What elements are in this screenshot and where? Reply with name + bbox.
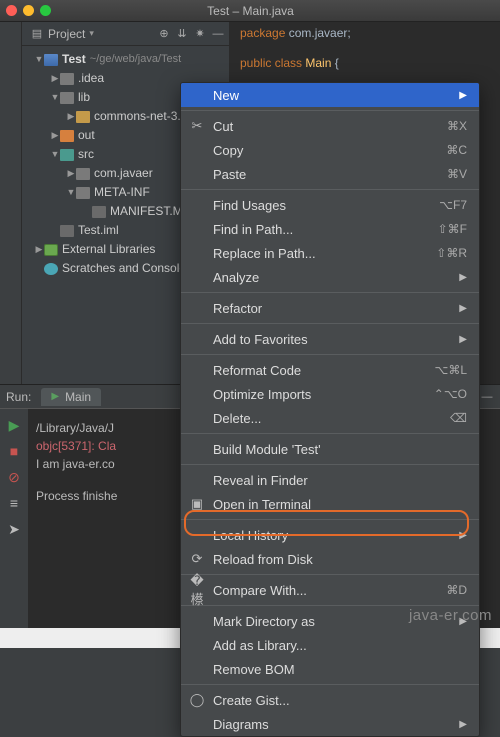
menu-find-in-path[interactable]: Find in Path...⇧⌘F xyxy=(181,217,479,241)
code-line: public class Main { xyxy=(240,56,500,70)
exit-icon[interactable]: ⊘ xyxy=(6,469,22,485)
menu-reveal-finder[interactable]: Reveal in Finder xyxy=(181,468,479,492)
project-panel-title: Project xyxy=(48,27,85,41)
menu-analyze[interactable]: Analyze▶ xyxy=(181,265,479,289)
menu-add-as-library[interactable]: Add as Library... xyxy=(181,633,479,657)
run-tab-main[interactable]: ▶ Main xyxy=(41,388,101,406)
menu-optimize-imports[interactable]: Optimize Imports⌃⌥O xyxy=(181,382,479,406)
menu-cut[interactable]: ✂Cut⌘X xyxy=(181,114,479,138)
menu-copy[interactable]: Copy⌘C xyxy=(181,138,479,162)
menu-reload-disk[interactable]: ⟳Reload from Disk xyxy=(181,547,479,571)
watermark: java-er.com xyxy=(409,607,492,624)
menu-open-terminal[interactable]: ▣Open in Terminal xyxy=(181,492,479,516)
window-titlebar: Test – Main.java xyxy=(0,0,500,22)
run-label: Run: xyxy=(6,390,31,404)
menu-delete[interactable]: Delete...⌫ xyxy=(181,406,479,430)
pin-icon[interactable]: ➤ xyxy=(6,521,22,537)
project-icon: ▤ xyxy=(30,27,44,41)
window-title: Test – Main.java xyxy=(1,4,500,18)
tree-root[interactable]: ▼ Test ~/ge/web/java/Test xyxy=(22,50,229,69)
menu-new[interactable]: New▶ xyxy=(181,83,479,107)
rerun-icon[interactable]: ▶ xyxy=(6,417,22,433)
collapse-icon[interactable]: ⇊ xyxy=(175,27,189,41)
menu-local-history[interactable]: Local History▶ xyxy=(181,523,479,547)
menu-compare-with[interactable]: �櫒Compare With...⌘D xyxy=(181,578,479,602)
menu-refactor[interactable]: Refactor▶ xyxy=(181,296,479,320)
hide-icon[interactable]: — xyxy=(211,27,225,41)
menu-diagrams[interactable]: Diagrams▶ xyxy=(181,712,479,736)
run-hide-icon[interactable]: — xyxy=(480,390,494,404)
context-menu: New▶ ✂Cut⌘X Copy⌘C Paste⌘V Find Usages⌥F… xyxy=(180,82,480,737)
menu-create-gist[interactable]: ◯Create Gist... xyxy=(181,688,479,712)
gear-icon[interactable]: ✷ xyxy=(193,27,207,41)
locate-icon[interactable]: ⊕ xyxy=(157,27,171,41)
code-line: package com.javaer; xyxy=(240,26,500,40)
menu-reformat[interactable]: Reformat Code⌥⌘L xyxy=(181,358,479,382)
project-panel-header[interactable]: ▤ Project ▾ ⊕ ⇊ ✷ — xyxy=(22,22,229,46)
menu-build-module[interactable]: Build Module 'Test' xyxy=(181,437,479,461)
layout-icon[interactable]: ≡ xyxy=(6,495,22,511)
menu-paste[interactable]: Paste⌘V xyxy=(181,162,479,186)
menu-add-favorites[interactable]: Add to Favorites▶ xyxy=(181,327,479,351)
stop-icon[interactable]: ■ xyxy=(6,443,22,459)
run-gutter: ▶ ■ ⊘ ≡ ➤ xyxy=(0,409,28,628)
menu-replace-in-path[interactable]: Replace in Path...⇧⌘R xyxy=(181,241,479,265)
menu-remove-bom[interactable]: Remove BOM xyxy=(181,657,479,681)
menu-find-usages[interactable]: Find Usages⌥F7 xyxy=(181,193,479,217)
